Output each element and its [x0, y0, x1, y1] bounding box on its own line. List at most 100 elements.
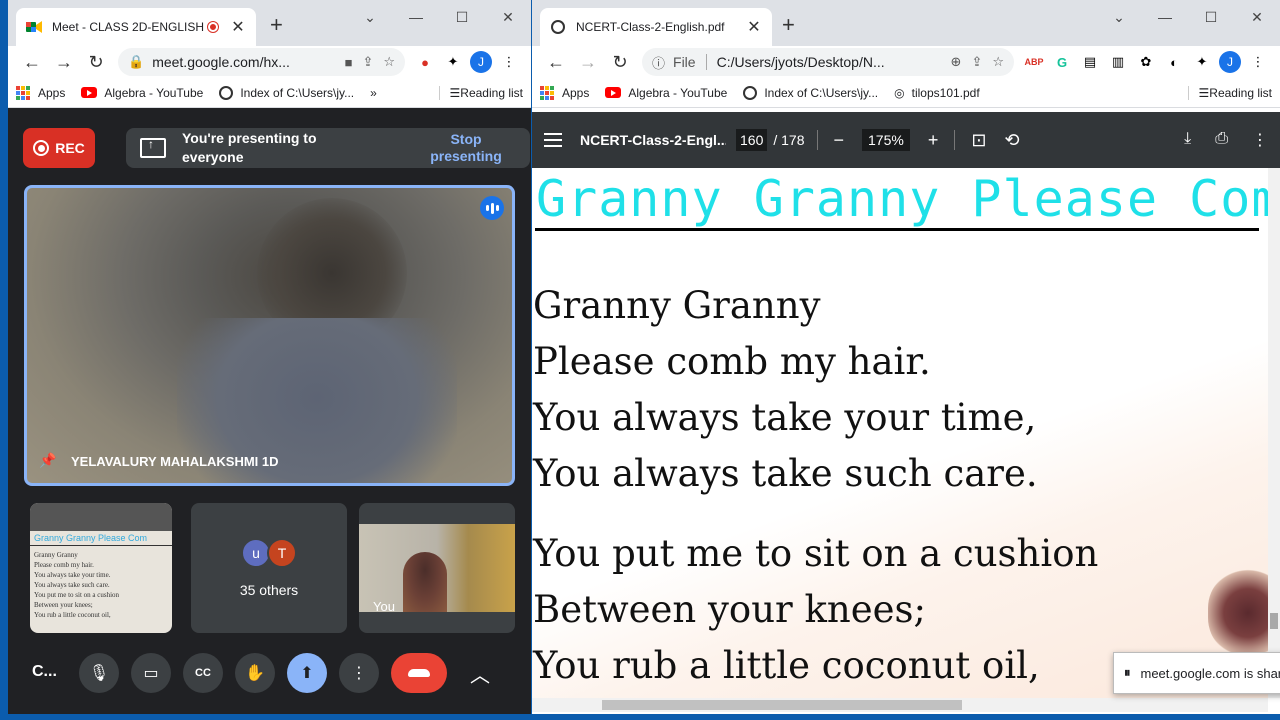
minimize-icon[interactable]: —: [393, 6, 439, 28]
recording-indicator-icon: [208, 22, 218, 32]
sharing-notification[interactable]: ⏸ meet.google.com is sharing: [1113, 652, 1280, 694]
zoom-level-input[interactable]: 175%: [862, 129, 910, 151]
globe-icon: [219, 85, 234, 100]
self-video-tile[interactable]: You: [359, 503, 515, 633]
bookmark-index[interactable]: Index of C:\Users\jy...: [219, 85, 354, 100]
url-text: meet.google.com/hx...: [152, 54, 290, 70]
close-tab-icon[interactable]: ✕: [746, 17, 762, 37]
camera-toggle-icon[interactable]: ▭: [131, 653, 171, 693]
recording-button[interactable]: REC: [23, 128, 95, 168]
record-icon: [33, 140, 50, 156]
reload-icon[interactable]: ↻: [80, 48, 112, 76]
share-icon[interactable]: ⇪: [362, 54, 373, 70]
rotate-icon[interactable]: ⟲: [1004, 130, 1019, 151]
lock-icon[interactable]: 🔒: [128, 54, 144, 70]
reload-icon[interactable]: ↻: [604, 48, 636, 76]
close-window-icon[interactable]: ✕: [1234, 6, 1280, 28]
bookmark-apps[interactable]: Apps: [540, 85, 589, 100]
globe-icon: [743, 85, 758, 100]
menu-kebab-icon[interactable]: ⋮: [495, 48, 523, 76]
bookmarks-overflow[interactable]: »: [370, 86, 377, 100]
stop-presenting-button[interactable]: Stop presenting: [416, 131, 516, 165]
main-video-tile[interactable]: 📌 YELAVALURY MAHALAKSHMI 1D: [24, 185, 515, 486]
globe-icon: [550, 19, 566, 35]
new-tab-icon[interactable]: +: [270, 12, 283, 38]
extensions-puzzle-icon[interactable]: ✦: [439, 48, 467, 76]
extension-icon[interactable]: ●: [411, 48, 439, 76]
address-bar[interactable]: ⓘ File C:/Users/jyots/Desktop/N... ⊕ ⇪ ☆: [642, 48, 1014, 76]
bookmark-algebra-youtube[interactable]: Algebra - YouTube: [605, 86, 727, 100]
tab-search-icon[interactable]: ⌄: [1096, 6, 1142, 28]
chevron-up-icon[interactable]: ︿: [470, 659, 490, 688]
extension-icon[interactable]: ▥: [1104, 48, 1132, 76]
youtube-icon: [605, 87, 622, 98]
heading-divider: [535, 228, 1259, 231]
page-number-input[interactable]: 160: [736, 129, 768, 151]
bookmark-tilops[interactable]: ◎ tilops101.pdf: [894, 86, 980, 100]
forward-icon[interactable]: →: [572, 48, 604, 76]
others-tile[interactable]: u T 35 others: [191, 503, 347, 633]
present-now-icon[interactable]: ⬆: [287, 653, 327, 693]
profile-avatar[interactable]: J: [1216, 48, 1244, 76]
new-tab-icon[interactable]: +: [782, 12, 795, 38]
captions-icon[interactable]: CC: [183, 653, 223, 693]
menu-hamburger-icon[interactable]: [544, 129, 562, 151]
close-window-icon[interactable]: ✕: [485, 6, 531, 28]
zoom-icon[interactable]: ⊕: [951, 54, 962, 70]
back-icon[interactable]: ←: [540, 48, 572, 76]
grammarly-icon[interactable]: G: [1048, 48, 1076, 76]
reading-list-button[interactable]: ☰ Reading list: [1187, 85, 1272, 100]
vertical-scrollbar[interactable]: [1268, 168, 1280, 698]
back-icon[interactable]: ←: [16, 48, 48, 76]
minimize-icon[interactable]: —: [1142, 6, 1188, 28]
print-icon[interactable]: ⎙: [1215, 130, 1228, 150]
tab-search-icon[interactable]: ⌄: [347, 6, 393, 28]
bookmark-star-icon[interactable]: ☆: [992, 54, 1004, 70]
bookmark-apps[interactable]: Apps: [16, 85, 65, 100]
reading-list-icon: ☰: [1198, 85, 1210, 100]
meeting-details-button[interactable]: C...: [32, 663, 57, 681]
microphone-icon[interactable]: 🎙: [79, 653, 119, 693]
bookmark-star-icon[interactable]: ☆: [383, 54, 395, 70]
close-tab-icon[interactable]: ✕: [230, 17, 246, 37]
pdf-filename: NCERT-Class-2-Engl...: [580, 132, 726, 148]
more-options-icon[interactable]: ⋮: [339, 653, 379, 693]
zoom-in-icon[interactable]: +: [928, 130, 939, 151]
extension-icon[interactable]: ◐: [1160, 48, 1188, 76]
menu-kebab-icon[interactable]: ⋮: [1244, 48, 1272, 76]
share-icon[interactable]: ⇪: [971, 54, 982, 70]
poem-line: Between your knees;: [533, 588, 926, 631]
bookmarks-bar: Apps Algebra - YouTube Index of C:\Users…: [8, 78, 531, 108]
reading-list-button[interactable]: ☰ Reading list: [438, 85, 523, 100]
poem-line: You always take such care.: [533, 452, 1038, 495]
apps-grid-icon: [540, 85, 554, 100]
horizontal-scrollbar[interactable]: [532, 698, 1268, 712]
self-label: You: [373, 599, 395, 614]
maximize-icon[interactable]: ☐: [439, 6, 485, 28]
extensions-puzzle-icon[interactable]: ✦: [1188, 48, 1216, 76]
hangup-icon: [408, 669, 430, 677]
address-bar[interactable]: 🔒 meet.google.com/hx... ■ ⇪ ☆: [118, 48, 405, 76]
zoom-out-icon[interactable]: −: [834, 130, 845, 151]
raise-hand-icon[interactable]: ✋: [235, 653, 275, 693]
camera-icon[interactable]: ■: [345, 55, 353, 70]
maximize-icon[interactable]: ☐: [1188, 6, 1234, 28]
info-icon[interactable]: ⓘ: [652, 53, 665, 72]
forward-icon[interactable]: →: [48, 48, 80, 76]
extension-icon[interactable]: ▤: [1076, 48, 1104, 76]
more-options-icon[interactable]: ⋮: [1252, 130, 1268, 150]
fit-to-page-icon[interactable]: ⊡: [971, 130, 986, 151]
tab-meet[interactable]: Meet - CLASS 2D-ENGLISH ✕: [16, 8, 256, 46]
bookmark-algebra-youtube[interactable]: Algebra - YouTube: [81, 86, 203, 100]
profile-avatar[interactable]: J: [467, 48, 495, 76]
adblock-icon[interactable]: ABP: [1020, 48, 1048, 76]
owl-extension-icon[interactable]: ✿: [1132, 48, 1160, 76]
leave-call-button[interactable]: [391, 653, 447, 693]
screen-share-thumbnail[interactable]: Granny Granny Please Com Granny Granny P…: [30, 503, 172, 633]
pin-icon[interactable]: 📌: [39, 452, 56, 469]
others-avatars: u T: [241, 538, 297, 568]
download-icon[interactable]: ⤓: [1184, 130, 1191, 150]
tab-pdf[interactable]: NCERT-Class-2-English.pdf ✕: [540, 8, 772, 46]
pause-icon[interactable]: ⏸: [1124, 665, 1131, 681]
bookmark-index[interactable]: Index of C:\Users\jy...: [743, 85, 878, 100]
